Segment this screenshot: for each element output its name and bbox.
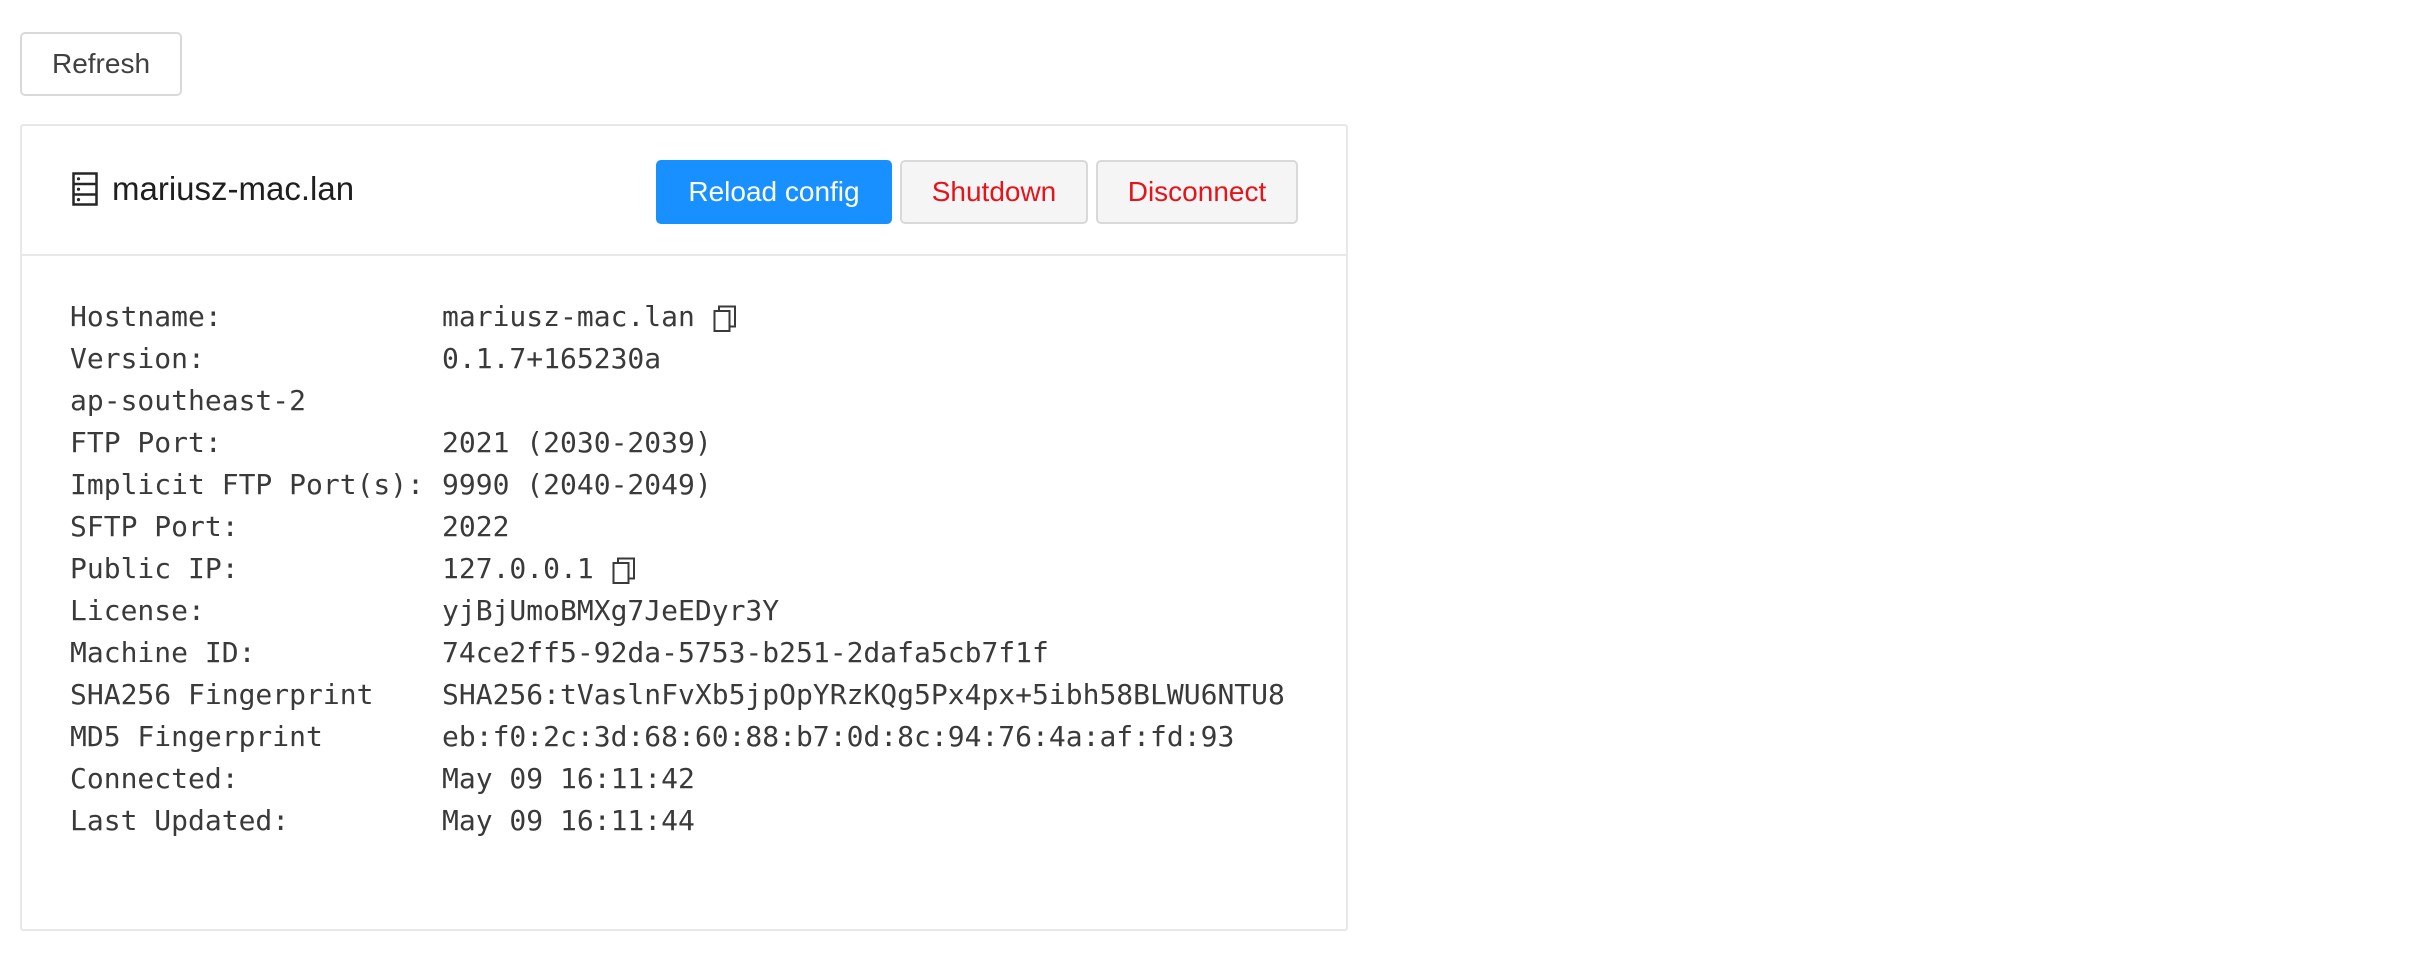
sftp-port-label: SFTP Port:	[70, 510, 239, 543]
last-updated-value: May 09 16:11:44	[442, 804, 695, 837]
public-ip-label: Public IP:	[70, 552, 239, 585]
hostname-label: Hostname:	[70, 300, 222, 333]
info-row-machine-id: Machine ID: 74ce2ff5-92da-5753-b251-2daf…	[70, 632, 1285, 674]
info-row-public-ip: Public IP: 127.0.0.1	[70, 548, 1285, 590]
ftp-port-label: FTP Port:	[70, 426, 222, 459]
hostname-value-wrap: mariusz-mac.lan	[442, 296, 737, 338]
license-value: yjBjUmoBMXg7JeEDyr3Y	[442, 594, 780, 627]
server-card: mariusz-mac.lan Reload config Shutdown D…	[20, 124, 1348, 931]
implicit-ftp-port-label: Implicit FTP Port(s):	[70, 468, 425, 501]
ftp-port-value: 2021 (2030-2039)	[442, 426, 712, 459]
version-label: Version:	[70, 342, 205, 375]
card-header: mariusz-mac.lan Reload config Shutdown D…	[22, 126, 1346, 256]
info-row-hostname: Hostname: mariusz-mac.lan	[70, 296, 1285, 338]
info-row-sha256: SHA256 Fingerprint SHA256:tVaslnFvXb5jpO…	[70, 674, 1285, 716]
last-updated-label: Last Updated:	[70, 804, 290, 837]
info-row-ftp-port: FTP Port: 2021 (2030-2039)	[70, 422, 1285, 464]
server-info: Hostname: mariusz-mac.lan Version: 0.1.7…	[70, 296, 1285, 842]
card-actions: Reload config Shutdown Disconnect	[656, 160, 1298, 224]
info-row-region: ap-southeast-2	[70, 380, 1285, 422]
card-title: mariusz-mac.lan	[72, 170, 354, 208]
public-ip-value-wrap: 127.0.0.1	[442, 548, 636, 590]
sftp-port-value: 2022	[442, 510, 510, 543]
refresh-button[interactable]: Refresh	[20, 32, 182, 96]
machine-id-label: Machine ID:	[70, 636, 256, 669]
md5-label: MD5 Fingerprint	[70, 720, 323, 753]
connected-value: May 09 16:11:42	[442, 762, 695, 795]
info-row-implicit-ftp-port: Implicit FTP Port(s): 9990 (2040-2049)	[70, 464, 1285, 506]
info-row-connected: Connected: May 09 16:11:42	[70, 758, 1285, 800]
machine-id-value: 74ce2ff5-92da-5753-b251-2dafa5cb7f1f	[442, 636, 1049, 669]
version-value: 0.1.7+165230a	[442, 342, 662, 375]
info-row-last-updated: Last Updated: May 09 16:11:44	[70, 800, 1285, 842]
sha256-label: SHA256 Fingerprint	[70, 678, 374, 711]
copy-hostname-icon[interactable]	[713, 303, 737, 332]
reload-config-button[interactable]: Reload config	[656, 160, 892, 224]
info-row-md5: MD5 Fingerprint eb:f0:2c:3d:68:60:88:b7:…	[70, 716, 1285, 758]
page: Refresh mariusz-mac.lan Reload config Sh…	[0, 0, 2430, 958]
info-row-sftp-port: SFTP Port: 2022	[70, 506, 1285, 548]
disconnect-button[interactable]: Disconnect	[1096, 160, 1298, 224]
public-ip-value: 127.0.0.1	[442, 552, 594, 585]
md5-value: eb:f0:2c:3d:68:60:88:b7:0d:8c:94:76:4a:a…	[442, 720, 1235, 753]
hostname-value: mariusz-mac.lan	[442, 300, 695, 333]
copy-public-ip-icon[interactable]	[612, 555, 636, 584]
server-icon	[72, 172, 98, 206]
connected-label: Connected:	[70, 762, 239, 795]
info-row-version: Version: 0.1.7+165230a	[70, 338, 1285, 380]
shutdown-button[interactable]: Shutdown	[900, 160, 1088, 224]
region-label: ap-southeast-2	[70, 384, 307, 417]
info-row-license: License: yjBjUmoBMXg7JeEDyr3Y	[70, 590, 1285, 632]
implicit-ftp-port-value: 9990 (2040-2049)	[442, 468, 712, 501]
sha256-value: SHA256:tVaslnFvXb5jpOpYRzKQg5Px4px+5ibh5…	[442, 678, 1285, 711]
hostname-title: mariusz-mac.lan	[112, 170, 355, 207]
license-label: License:	[70, 594, 205, 627]
